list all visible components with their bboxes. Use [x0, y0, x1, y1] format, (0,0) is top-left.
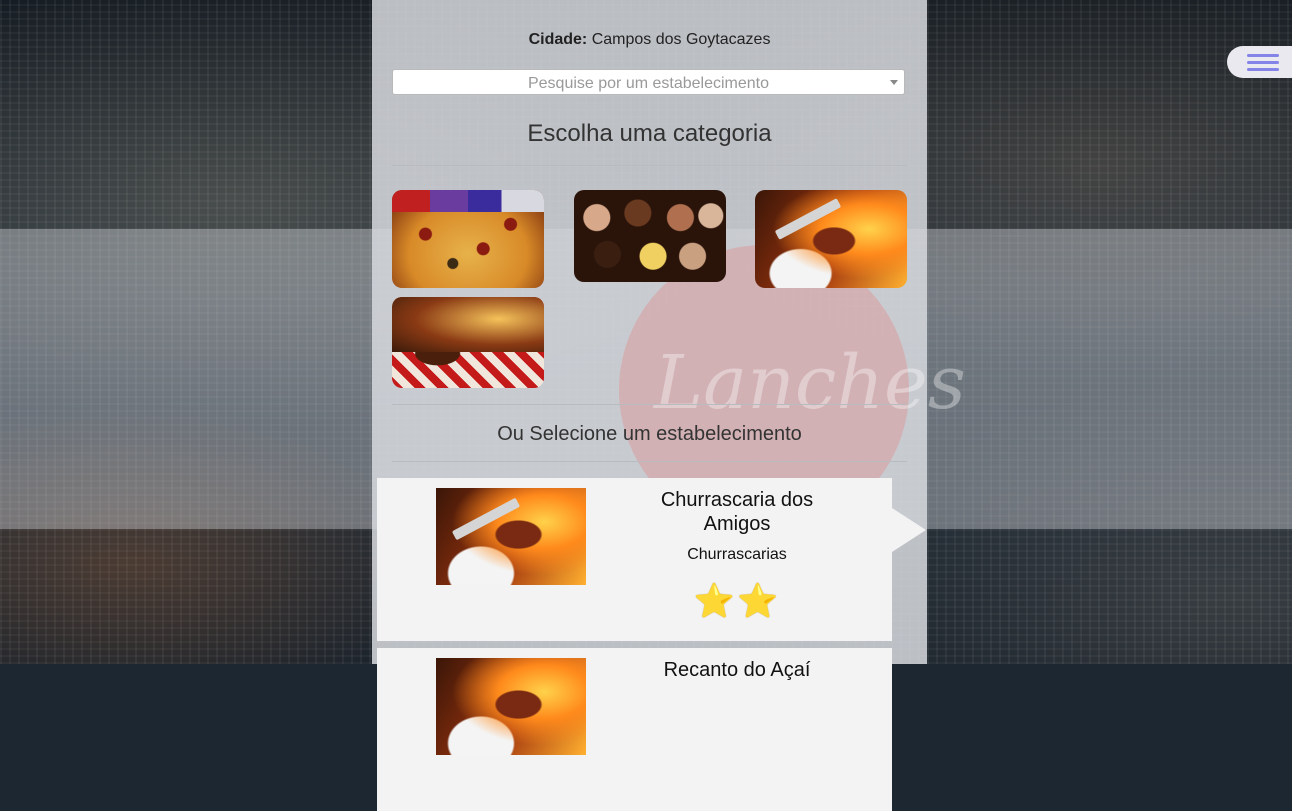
establishment-search-select[interactable]: Pesquise por um estabelecimento	[392, 69, 905, 95]
hamburger-menu-icon-bar	[1247, 61, 1279, 64]
card-pointer	[892, 508, 926, 552]
divider	[392, 404, 907, 405]
chevron-down-icon[interactable]	[890, 80, 898, 85]
divider	[392, 461, 907, 462]
rating-stars: ⭐⭐	[693, 582, 781, 619]
pizza-drinks-strip	[392, 190, 544, 212]
city-selector: Cidade: Campos dos Goytacazes	[372, 31, 927, 49]
background-logo-text: Lanches	[654, 340, 966, 426]
city-value: Campos dos Goytacazes	[591, 31, 771, 48]
knife-image	[451, 497, 521, 541]
category-chocolates[interactable]	[574, 190, 726, 282]
main-panel: Lanches Cidade: Campos dos Goytacazes Pe…	[372, 0, 966, 811]
categories-title: Escolha uma categoria	[527, 120, 772, 147]
establishment-card[interactable]: Churrascaria dos Amigos Churrascarias ⭐⭐	[377, 478, 926, 641]
category-churrasco[interactable]	[755, 190, 907, 288]
establishment-category: Churrascarias	[687, 546, 787, 563]
search-placeholder: Pesquise por um estabelecimento	[527, 75, 770, 92]
knife-image	[774, 198, 842, 240]
establishment-thumbnail	[436, 658, 586, 755]
category-pizza[interactable]	[392, 190, 544, 288]
establishment-thumbnail	[436, 488, 586, 585]
establishment-name: Churrascaria dos Amigos	[660, 489, 814, 535]
menu-button[interactable]	[1227, 46, 1292, 78]
divider	[392, 165, 907, 166]
establishments-title: Ou Selecione um estabelecimento	[497, 423, 802, 445]
establishment-name: Recanto do Açaí	[663, 659, 811, 681]
city-label: Cidade:	[528, 31, 588, 48]
category-hamburguer[interactable]	[392, 297, 544, 388]
hamburger-menu-icon-bar	[1247, 68, 1279, 71]
burger-background-image	[392, 297, 544, 352]
hamburger-menu-icon	[1247, 54, 1279, 57]
establishment-card[interactable]: Recanto do Açaí	[377, 648, 892, 811]
